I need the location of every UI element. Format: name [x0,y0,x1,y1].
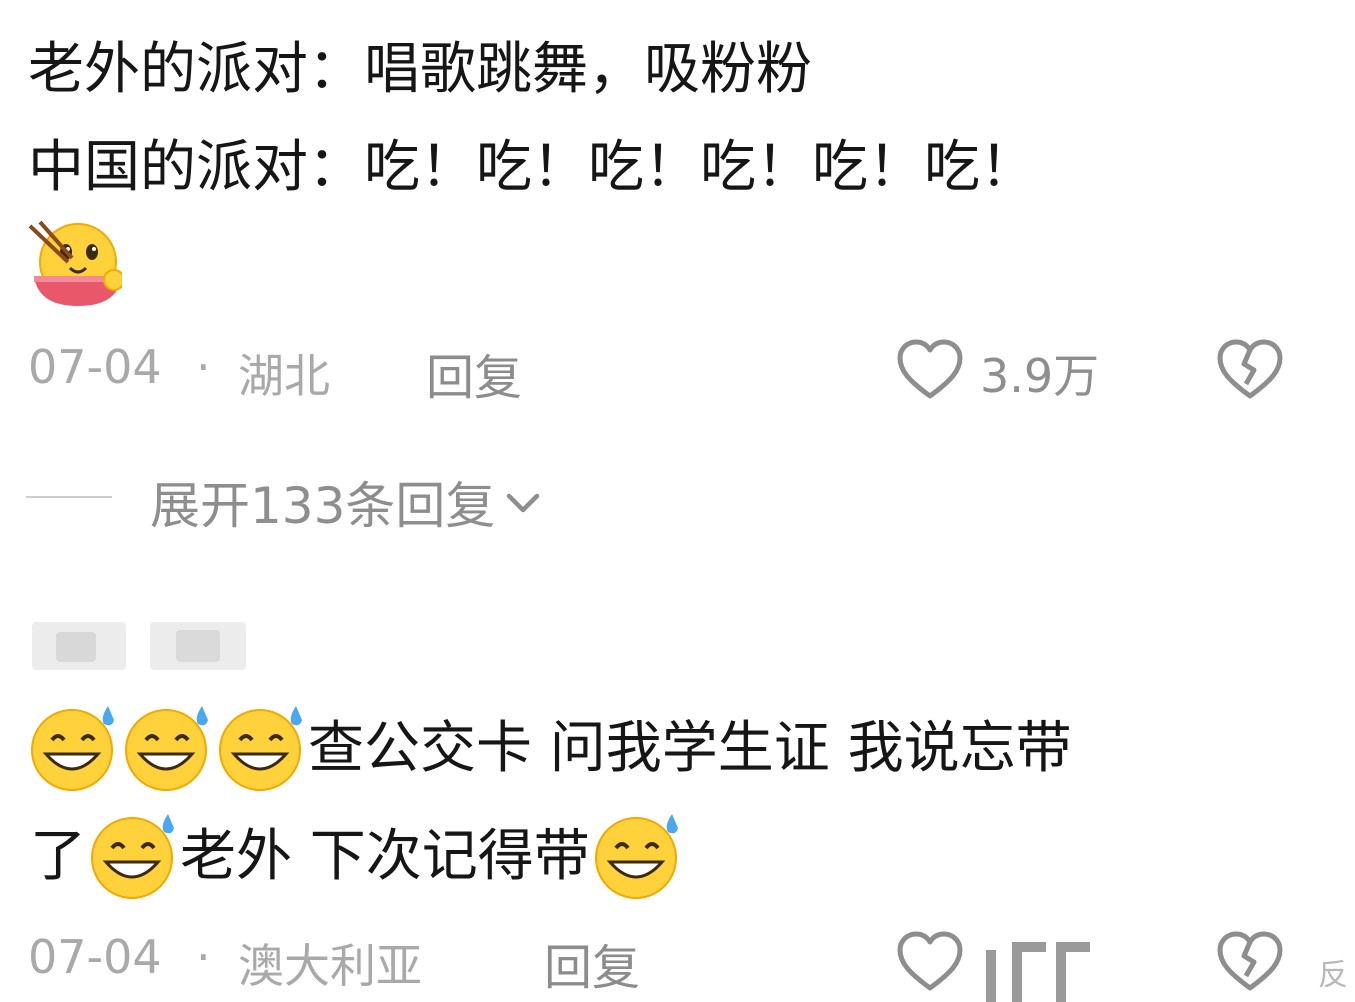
sweat-grin-emoji-icon [86,808,180,906]
heart-icon [897,931,963,991]
comment-1-location: 湖北 [238,349,330,403]
comment-2-line-2: 了 老外 下次记得带 [30,808,684,906]
comment-2-text-1: 查公交卡 问我学生证 我说忘带 [308,716,1072,781]
expand-replies-label: 展开133条回复 [150,477,496,535]
chevron-down-icon [507,493,540,513]
heart-icon [897,339,963,399]
comment-2-line-1: 查公交卡 问我学生证 我说忘带 [26,700,1072,798]
comment-1-dislike-button[interactable] [1214,334,1286,410]
comment-2-like-count-cropped [982,936,1108,1002]
comment-2-like-button[interactable] [894,926,974,1002]
comment-1-separator: · [196,340,211,394]
comment-1-like-button[interactable] [894,334,966,410]
comment-2-date: 07-04 [28,930,162,984]
comment-1-line-2: 中国的派对：吃！吃！吃！吃！吃！吃！ [28,135,1036,200]
watermark: 反 [1318,958,1348,993]
comment-2-text-2a: 了 [30,824,86,889]
comment-1-reply-button[interactable]: 回复 [426,338,522,408]
sweat-grin-emoji-icon [590,808,684,906]
sweat-grin-emoji-icon [120,700,214,798]
comment-1-like-count: 3.9万 [980,349,1100,403]
broken-heart-icon [1217,339,1283,399]
comment-2-text-2b: 老外 下次记得带 [180,824,590,889]
comment-1-date: 07-04 [28,340,162,394]
comment-2-location: 澳大利亚 [238,939,422,993]
broken-heart-icon [1217,931,1283,991]
sweat-grin-emoji-icon [214,700,308,798]
comment-2-dislike-button[interactable] [1214,926,1294,1002]
divider-line [26,496,112,498]
comment-1-line-1: 老外的派对：唱歌跳舞，吸粉粉 [28,37,812,102]
expand-replies-button[interactable]: 展开133条回复 [150,466,545,538]
comment-2-reply-button[interactable]: 回复 [544,928,640,998]
sweat-grin-emoji-icon [26,700,120,798]
eating-noodles-emoji-icon [26,218,125,314]
comment-2-separator: · [196,930,211,984]
